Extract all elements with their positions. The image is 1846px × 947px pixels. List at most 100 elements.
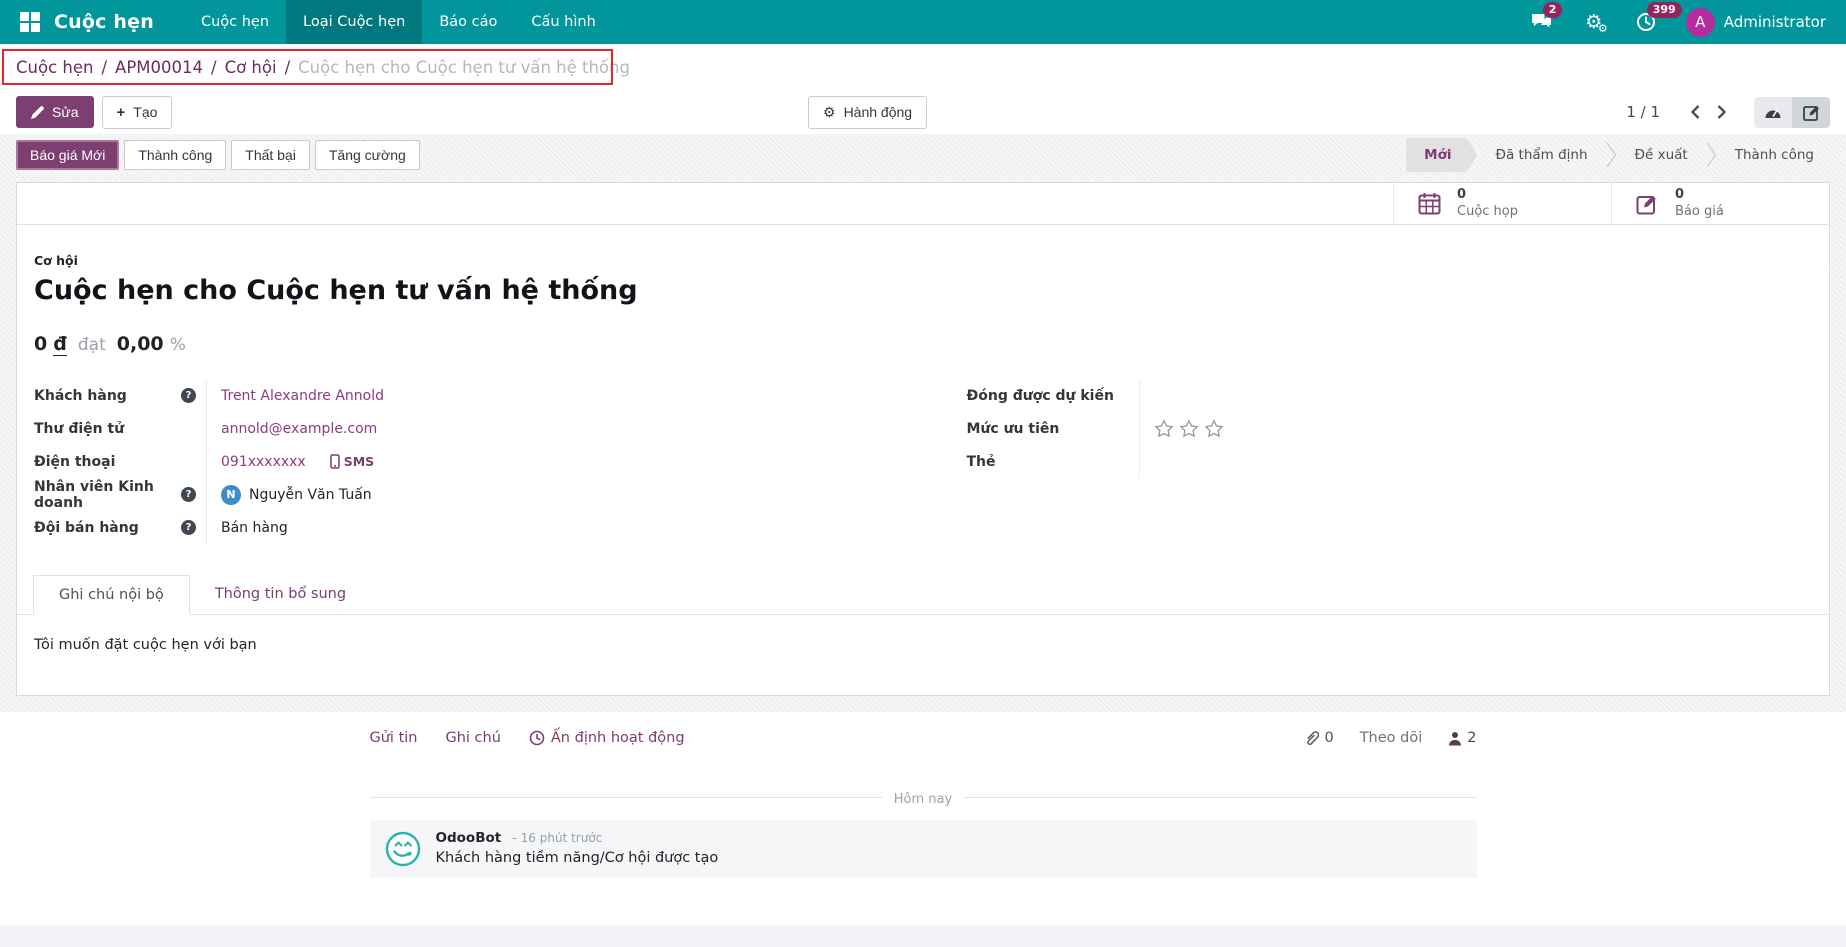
paperclip-icon xyxy=(1307,731,1320,745)
messages-icon[interactable]: 2 xyxy=(1530,2,1563,34)
probability-value: 0,00 xyxy=(116,333,164,355)
send-message-button[interactable]: Gửi tin xyxy=(370,730,418,746)
expected-closing-value[interactable] xyxy=(1138,379,1770,412)
user-menu[interactable]: A Administrator xyxy=(1685,7,1826,37)
meetings-stat-button[interactable]: 0 Cuộc họp xyxy=(1393,183,1611,224)
field-phone: Điện thoại 091xxxxxxx SMS xyxy=(34,445,837,478)
tab-extra-info[interactable]: Thông tin bổ sung xyxy=(190,575,371,615)
question-circle-icon: ? xyxy=(181,520,196,535)
status-button-thanh-cong[interactable]: Thành công xyxy=(124,140,227,170)
breadcrumb-link-record[interactable]: APM00014 xyxy=(115,58,203,77)
control-panel: Cuộc hẹn / APM00014 / Cơ hội / Cuộc hẹn … xyxy=(0,44,1846,134)
form-view-icon[interactable] xyxy=(1792,96,1830,128)
apps-menu-icon[interactable] xyxy=(20,12,40,32)
action-menu-button[interactable]: ⚙ Hành động xyxy=(808,95,928,129)
internal-note-content: Tôi muốn đặt cuộc hẹn với bạn xyxy=(34,637,257,653)
log-note-button[interactable]: Ghi chú xyxy=(445,730,500,746)
status-button-tang-cuong[interactable]: Tăng cường xyxy=(314,140,420,170)
stage-de-xuat[interactable]: Đề xuất xyxy=(1617,138,1706,172)
create-button[interactable]: + Tạo xyxy=(101,95,173,129)
salesperson-link[interactable]: Nguyễn Văn Tuấn xyxy=(249,487,372,503)
quotation-icon xyxy=(1636,195,1656,215)
priority-star-icon[interactable] xyxy=(1179,418,1199,439)
question-circle-icon: ? xyxy=(181,487,196,502)
status-row: Báo giá Mới Thành công Thất bại Tăng cườ… xyxy=(0,134,1846,182)
field-email: Thư điện tử annold@example.com xyxy=(34,412,837,445)
field-salesperson: Nhân viên Kinh doanh? N Nguyễn Văn Tuấn xyxy=(34,478,837,511)
user-avatar: A xyxy=(1685,7,1715,37)
date-divider: Hôm nay xyxy=(369,788,1477,807)
salesperson-avatar: N xyxy=(221,484,241,505)
form-sheet: 0 Cuộc họp 0 Báo giá Cơ hội Cuộc hẹn cho… xyxy=(16,182,1830,696)
mobile-icon xyxy=(329,454,340,469)
sms-button[interactable]: SMS xyxy=(329,454,374,469)
chatter: Gửi tin Ghi chú Ấn định hoạt động 0 Theo… xyxy=(0,712,1846,925)
nav-item-bao-cao[interactable]: Báo cáo xyxy=(422,0,514,44)
field-customer: Khách hàng? Trent Alexandre Annold xyxy=(34,379,837,412)
stage-thanh-cong[interactable]: Thành công xyxy=(1717,138,1832,172)
nav-item-cuoc-hen[interactable]: Cuộc hẹn xyxy=(184,0,286,44)
tags-value[interactable] xyxy=(1138,445,1770,478)
systray: 2 ⚙ ⚙ 399 A Administrator xyxy=(1530,2,1832,37)
title-block: Cơ hội Cuộc hẹn cho Cuộc hẹn tư vấn hệ t… xyxy=(17,225,1829,356)
expected-revenue-row: 0 đ đạt 0,00 % xyxy=(34,333,1809,356)
user-name: Administrator xyxy=(1723,13,1826,31)
status-button-bao-gia-moi[interactable]: Báo giá Mới xyxy=(16,140,120,170)
phone-link[interactable]: 091xxxxxxx xyxy=(221,454,306,470)
breadcrumb-link-opportunity[interactable]: Cơ hội xyxy=(225,58,277,77)
pager-previous-icon[interactable] xyxy=(1682,99,1708,125)
status-button-that-bai[interactable]: Thất bại xyxy=(231,140,310,170)
nav-item-loai-cuoc-hen[interactable]: Loại Cuộc hẹn xyxy=(286,0,423,44)
breadcrumb-link-root[interactable]: Cuộc hẹn xyxy=(16,58,93,77)
priority-star-icon[interactable] xyxy=(1204,418,1224,439)
right-field-group: Đóng được dự kiến Mức ưu tiên Thẻ xyxy=(967,379,1770,544)
followers-person-icon xyxy=(1449,731,1462,745)
revenue-connector: đạt xyxy=(77,335,106,355)
schedule-activity-button[interactable]: Ấn định hoạt động xyxy=(529,730,685,746)
app-name[interactable]: Cuộc hẹn xyxy=(54,11,154,33)
page-title: Cuộc hẹn cho Cuộc hẹn tư vấn hệ thống xyxy=(34,275,638,306)
customer-link[interactable]: Trent Alexandre Annold xyxy=(221,388,384,404)
plus-icon: + xyxy=(116,103,126,121)
field-expected-closing: Đóng được dự kiến xyxy=(967,379,1770,412)
nav-item-cau-hinh[interactable]: Cấu hình xyxy=(514,0,612,44)
calendar-icon xyxy=(1418,193,1441,215)
sales-team-link[interactable]: Bán hàng xyxy=(221,520,288,536)
breadcrumb-current: Cuộc hẹn cho Cuộc hẹn tư vấn hệ thống xyxy=(298,57,630,77)
dashboard-view-icon[interactable] xyxy=(1754,97,1792,128)
pager-next-icon[interactable] xyxy=(1708,99,1734,125)
settings-gears-icon[interactable]: ⚙ ⚙ xyxy=(1582,10,1608,35)
stage-chevron-icon xyxy=(1605,141,1617,169)
quotations-label: Báo giá xyxy=(1675,203,1724,219)
stage-da-tham-dinh[interactable]: Đã thẩm định xyxy=(1478,138,1606,172)
left-field-group: Khách hàng? Trent Alexandre Annold Thư đ… xyxy=(34,379,837,544)
percent-sign: % xyxy=(169,335,186,355)
question-circle-icon: ? xyxy=(181,388,196,403)
notebook-tabs: Ghi chú nội bộ Thông tin bổ sung xyxy=(17,574,1829,615)
view-switcher xyxy=(1754,96,1830,128)
odoo-window: Cuộc hẹn Cuộc hẹn Loại Cuộc hẹn Báo cáo … xyxy=(0,0,1846,947)
email-link[interactable]: annold@example.com xyxy=(221,421,377,437)
follow-button[interactable]: Theo dõi xyxy=(1360,730,1423,746)
attachments-button[interactable]: 0 xyxy=(1304,730,1334,746)
stage-chevron-icon xyxy=(1706,141,1717,169)
edit-button[interactable]: Sửa xyxy=(16,96,94,128)
stage-moi[interactable]: Mới xyxy=(1406,138,1477,172)
stat-button-box: 0 Cuộc họp 0 Báo giá xyxy=(17,183,1829,225)
messages-badge: 2 xyxy=(1542,2,1563,18)
chatter-message: OdooBot - 16 phút trước Khách hàng tiềm … xyxy=(369,820,1477,878)
priority-star-icon[interactable] xyxy=(1154,418,1174,439)
quotations-stat-button[interactable]: 0 Báo giá xyxy=(1611,183,1829,224)
revenue-amount: 0 xyxy=(34,333,48,355)
followers-count: 2 xyxy=(1467,730,1477,746)
top-navbar: Cuộc hẹn Cuộc hẹn Loại Cuộc hẹn Báo cáo … xyxy=(0,0,1846,44)
form-view: Báo giá Mới Thành công Thất bại Tăng cườ… xyxy=(0,134,1846,947)
message-timestamp: - 16 phút trước xyxy=(512,831,603,845)
tab-internal-notes[interactable]: Ghi chú nội bộ xyxy=(33,575,190,615)
pencil-icon xyxy=(31,105,44,119)
message-body: Khách hàng tiềm năng/Cơ hội được tạo xyxy=(435,850,719,866)
meetings-count: 0 xyxy=(1457,186,1467,202)
activities-clock-icon[interactable]: 399 xyxy=(1634,2,1682,34)
followers-button[interactable]: 2 xyxy=(1448,730,1477,746)
stage-pipeline: Mới Đã thẩm định Đề xuất Thành công xyxy=(1406,138,1832,172)
